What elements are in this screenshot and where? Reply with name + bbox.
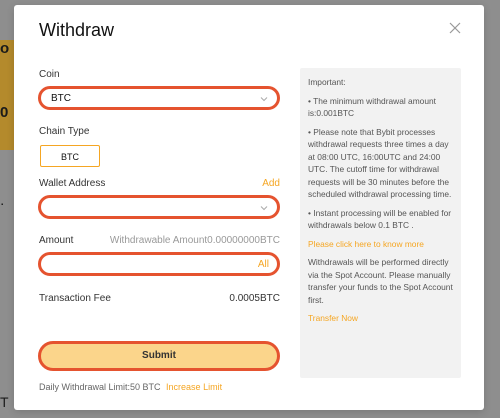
transaction-fee-value: 0.0005BTC <box>229 293 280 304</box>
submit-button[interactable]: Submit <box>38 341 280 371</box>
transaction-fee-label: Transaction Fee <box>39 293 111 304</box>
increase-limit-link[interactable]: Increase Limit <box>166 382 222 392</box>
chevron-down-icon <box>260 206 268 211</box>
info-min-withdrawal: • The minimum withdrawal amount is:0.001… <box>308 95 436 119</box>
info-heading: Important: <box>308 77 346 87</box>
daily-limit-text: Daily Withdrawal Limit:50 BTC <box>39 382 161 392</box>
wallet-address-select[interactable] <box>38 195 280 219</box>
close-button[interactable] <box>446 19 464 37</box>
know-more-link[interactable]: Please click here to know more <box>308 238 453 251</box>
transfer-now-link[interactable]: Transfer Now <box>308 312 453 325</box>
daily-limit-row: Daily Withdrawal Limit:50 BTC Increase L… <box>39 382 222 392</box>
chain-type-label: Chain Type <box>39 126 90 137</box>
info-panel: Important: • The minimum withdrawal amou… <box>300 68 461 378</box>
close-icon <box>449 22 461 34</box>
background-fragment: o <box>0 40 10 57</box>
withdraw-modal: Withdraw Coin BTC Chain Type BTC Wallet … <box>14 5 484 410</box>
withdrawable-amount: Withdrawable Amount0.00000000BTC <box>109 235 280 246</box>
chevron-down-icon <box>260 97 268 102</box>
coin-select-value: BTC <box>51 93 71 104</box>
info-instant-processing: • Instant processing will be enabled for… <box>308 207 452 231</box>
coin-label: Coin <box>39 69 60 80</box>
amount-label: Amount <box>39 235 74 246</box>
info-processing-times: • Please note that Bybit processes withd… <box>308 126 452 200</box>
all-amount-button[interactable]: All <box>258 259 269 270</box>
amount-input[interactable]: All <box>38 252 280 276</box>
chain-option-btc[interactable]: BTC <box>40 145 100 167</box>
background-fragment: ⋅ <box>0 196 5 212</box>
info-spot-note: Withdrawals will be performed directly v… <box>308 257 453 305</box>
background-fragment: T <box>0 394 9 410</box>
modal-title: Withdraw <box>39 20 115 40</box>
add-address-link[interactable]: Add <box>214 178 280 189</box>
background-fragment: 0 <box>0 104 9 121</box>
wallet-address-label: Wallet Address <box>39 178 106 189</box>
coin-select[interactable]: BTC <box>38 86 280 110</box>
